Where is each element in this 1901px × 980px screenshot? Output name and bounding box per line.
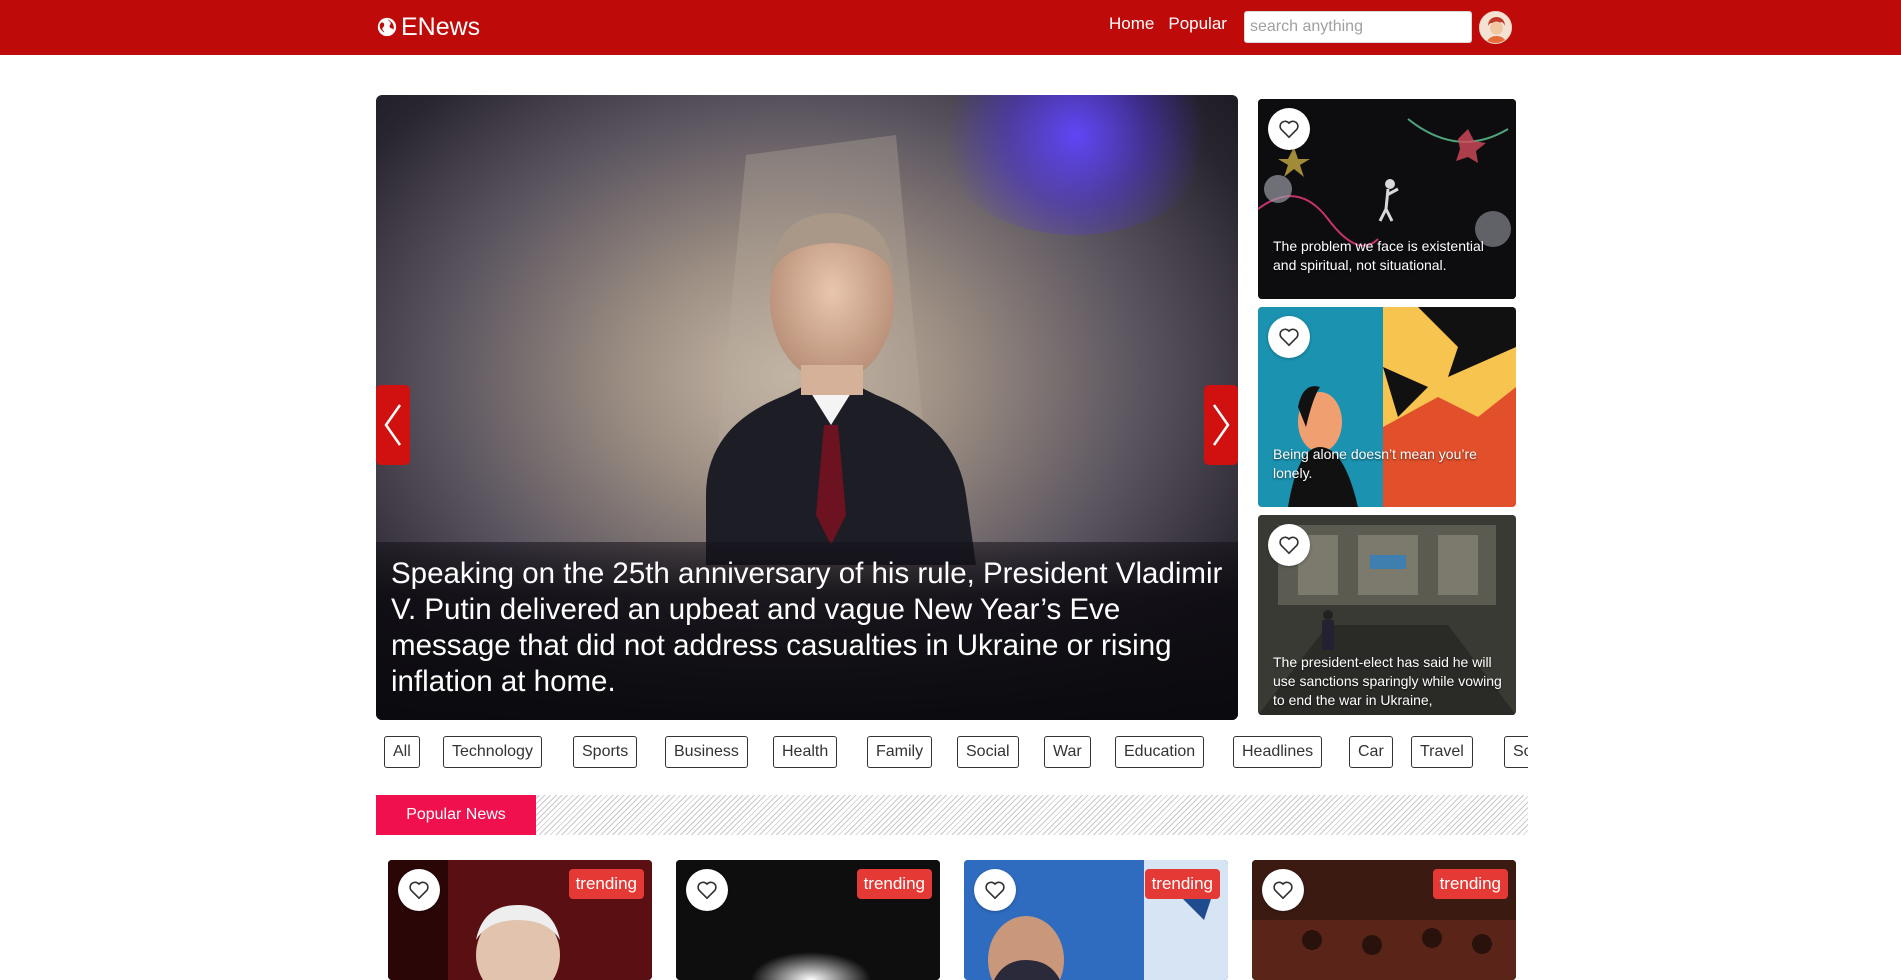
category-chip[interactable]: Health: [773, 736, 838, 768]
trending-badge: trending: [568, 869, 644, 899]
heart-icon: [985, 881, 1005, 900]
like-button[interactable]: [686, 869, 728, 911]
like-button[interactable]: [1268, 316, 1310, 358]
heart-icon: [1279, 120, 1299, 139]
hero-carousel[interactable]: Speaking on the 25th anniversary of his …: [376, 95, 1238, 720]
popular-card[interactable]: trending: [388, 860, 652, 980]
category-chip[interactable]: Sc: [1504, 736, 1528, 768]
popular-card[interactable]: trending: [964, 860, 1228, 980]
heart-icon: [1279, 536, 1299, 555]
avatar-image: [1480, 12, 1511, 43]
brand-logo[interactable]: ENews: [376, 12, 480, 42]
category-chip[interactable]: Headlines: [1233, 736, 1323, 768]
category-chip[interactable]: Sports: [573, 736, 638, 768]
chevron-left-icon: [384, 404, 402, 446]
heart-icon: [409, 881, 429, 900]
carousel-next-button[interactable]: [1204, 385, 1238, 465]
like-button[interactable]: [1262, 869, 1304, 911]
category-chip[interactable]: Business: [665, 736, 748, 768]
trending-badge: trending: [856, 869, 932, 899]
heart-icon: [1279, 328, 1299, 347]
heart-icon: [1273, 881, 1293, 900]
main-nav: Home Popular: [1109, 14, 1227, 34]
like-button[interactable]: [1268, 524, 1310, 566]
popular-news-header: Popular News: [376, 795, 1528, 835]
nav-popular-link[interactable]: Popular: [1168, 14, 1227, 34]
user-avatar[interactable]: [1479, 11, 1512, 44]
trending-badge: trending: [1144, 869, 1220, 899]
popular-card[interactable]: trending: [1252, 860, 1516, 980]
heart-icon: [697, 881, 717, 900]
chevron-right-icon: [1212, 404, 1230, 446]
category-filter-bar: All Technology Sports Business Health Fa…: [376, 734, 1528, 772]
side-card-3[interactable]: The president-elect has said he will use…: [1258, 515, 1516, 715]
category-chip[interactable]: Education: [1115, 736, 1205, 768]
category-chip[interactable]: All: [384, 736, 420, 768]
category-chip[interactable]: War: [1044, 736, 1091, 768]
category-chip[interactable]: Car: [1349, 736, 1393, 768]
popular-card[interactable]: trending: [676, 860, 940, 980]
category-chip[interactable]: Travel: [1411, 736, 1473, 768]
side-card-text: The president-elect has said he will use…: [1273, 654, 1502, 708]
side-card-1[interactable]: The problem we face is existential and s…: [1258, 99, 1516, 299]
search-input[interactable]: [1244, 11, 1472, 43]
like-button[interactable]: [974, 869, 1016, 911]
popular-news-title: Popular News: [376, 795, 536, 835]
category-chip[interactable]: Technology: [443, 736, 542, 768]
trending-badge: trending: [1432, 869, 1508, 899]
top-navbar: ENews Home Popular: [0, 0, 1901, 55]
side-card-text: The problem we face is existential and s…: [1273, 238, 1484, 273]
category-chip[interactable]: Social: [957, 736, 1019, 768]
brand-name: ENews: [401, 12, 481, 41]
like-button[interactable]: [1268, 108, 1310, 150]
globe-icon: [377, 17, 397, 37]
side-card-text: Being alone doesn’t mean you’re lonely.: [1273, 446, 1477, 481]
hero-caption[interactable]: Speaking on the 25th anniversary of his …: [376, 542, 1238, 720]
category-chip[interactable]: Family: [867, 736, 933, 768]
like-button[interactable]: [398, 869, 440, 911]
side-card-2[interactable]: Being alone doesn’t mean you’re lonely.: [1258, 307, 1516, 507]
nav-home-link[interactable]: Home: [1109, 14, 1154, 34]
carousel-prev-button[interactable]: [376, 385, 410, 465]
